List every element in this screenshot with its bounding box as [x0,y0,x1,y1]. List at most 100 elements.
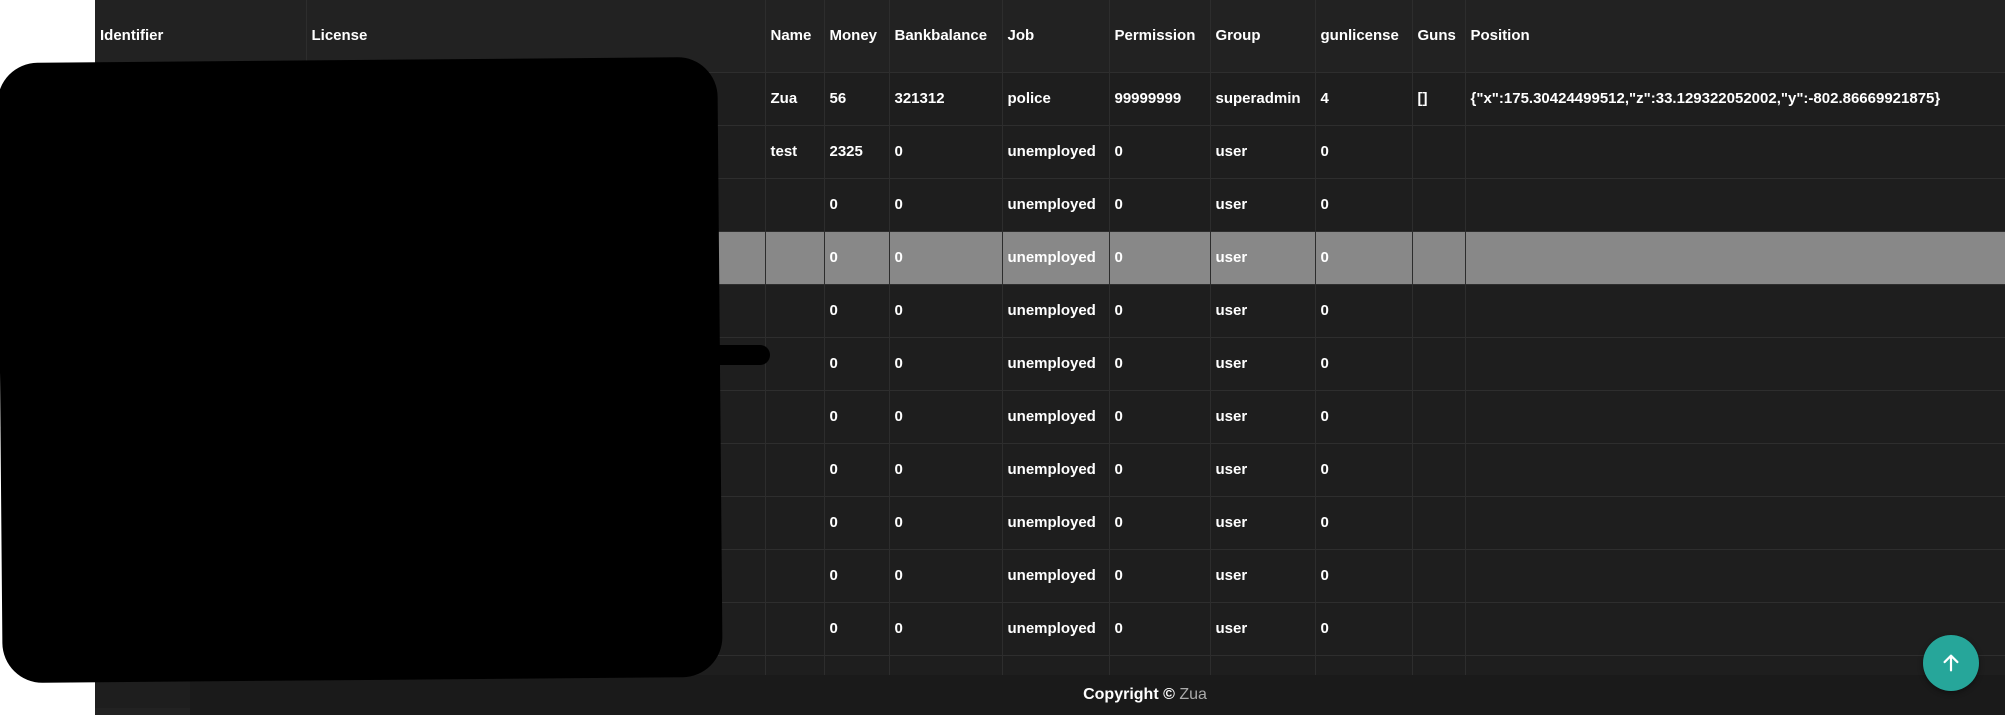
table-cell: user [1210,602,1316,655]
table-cell: unemployed [1002,337,1110,390]
table-cell [95,390,307,443]
table-cell: unemployed [1002,602,1110,655]
table-cell: 0 [1109,337,1211,390]
table-cell [306,443,766,496]
table-row[interactable]: 00unemployed0user0 [95,337,2005,390]
scroll-to-top-button[interactable] [1923,635,1979,691]
table-cell: 0 [1315,602,1413,655]
column-header[interactable]: gunlicense [1315,0,1413,72]
table-cell [95,602,307,655]
column-header[interactable]: Position [1465,0,2005,72]
column-header[interactable]: Group [1210,0,1316,72]
column-header[interactable]: Job [1002,0,1110,72]
table-cell: superadmin [1210,72,1316,125]
column-header[interactable]: Name [765,0,825,72]
redaction-scribble [0,130,95,150]
data-table-container[interactable]: Identifier License Name Money Bankbalance Job… [95,0,2005,715]
table-row[interactable]: 00unemployed0user0 [95,390,2005,443]
table-cell: 321312 [889,72,1003,125]
table-cell [306,284,766,337]
table-cell: 0 [1315,284,1413,337]
table-cell [765,443,825,496]
table-cell: unemployed [1002,178,1110,231]
table-cell: 0 [1315,496,1413,549]
table-cell: user [1210,125,1316,178]
column-header[interactable]: Identifier [95,0,307,72]
table-cell: 56 [824,72,890,125]
table-cell: [] [1412,72,1466,125]
table-cell: 0 [1109,178,1211,231]
arrow-up-icon [1943,654,1959,672]
table-cell: 0 [1109,284,1211,337]
table-cell [1465,231,2005,284]
table-cell: Zua [765,72,825,125]
data-table: Identifier License Name Money Bankbalance Job… [95,0,2005,708]
table-cell: 0 [1315,390,1413,443]
table-cell [306,496,766,549]
table-cell [95,178,307,231]
table-row[interactable]: test 2325 0 unemployed 0 user 0 [95,125,2005,178]
table-cell [1412,125,1466,178]
table-cell: 0 [889,284,1003,337]
table-cell [95,443,307,496]
table-cell [765,178,825,231]
column-header[interactable]: Permission [1109,0,1211,72]
table-cell: 0 [889,125,1003,178]
table-cell: 0 [889,443,1003,496]
table-header: Identifier License Name Money Bankbalance Job… [95,0,2005,72]
table-cell: 0 [824,390,890,443]
column-header[interactable]: Guns [1412,0,1466,72]
table-cell [95,284,307,337]
column-header[interactable]: Bankbalance [889,0,1003,72]
table-row[interactable]: 00unemployed0user0 [95,178,2005,231]
table-row[interactable]: 00unemployed0user0 [95,496,2005,549]
table-cell [765,231,825,284]
table-cell [1412,178,1466,231]
table-cell [1412,602,1466,655]
table-cell [765,284,825,337]
table-cell [95,125,307,178]
table-cell: user [1210,496,1316,549]
table-cell: unemployed [1002,390,1110,443]
table-row[interactable]: 00unemployed0user0 [95,602,2005,655]
table-row[interactable]: Zua 56 321312 police 99999999 superadmin 4[] {"… [95,72,2005,125]
table-row[interactable]: 00unemployed0user0 [95,231,2005,284]
table-cell: 0 [889,231,1003,284]
table-cell: user [1210,178,1316,231]
table-cell: 0 [824,602,890,655]
table-cell: user [1210,284,1316,337]
copyright-label: Copyright © [1083,686,1175,703]
table-cell [1465,178,2005,231]
table-cell: 0 [824,549,890,602]
table-body: Zua 56 321312 police 99999999 superadmin 4[] {"… [95,72,2005,708]
page: Identifier License Name Money Bankbalance Job… [0,0,2005,715]
table-cell [1412,284,1466,337]
table-cell [1465,390,2005,443]
redaction-scribble [20,612,100,630]
table-cell [1412,496,1466,549]
table-cell: 0 [889,178,1003,231]
column-header[interactable]: Money [824,0,890,72]
redaction-scribble [50,190,95,204]
table-cell: 0 [1315,125,1413,178]
table-cell: police [1002,72,1110,125]
table-cell: user [1210,549,1316,602]
table-cell: user [1210,443,1316,496]
table-cell [306,178,766,231]
table-cell: 0 [889,390,1003,443]
footer-brand: Zua [1179,686,1207,703]
table-cell: 0 [1315,549,1413,602]
column-header[interactable]: License [306,0,766,72]
table-row[interactable]: 00unemployed0user0 [95,284,2005,337]
table-cell: 0 [1109,125,1211,178]
table-cell: 0 [1109,443,1211,496]
table-cell [95,496,307,549]
table-cell: user [1210,337,1316,390]
table-cell: 0 [1109,549,1211,602]
table-cell [306,602,766,655]
table-cell [306,72,766,125]
table-cell: 4 [1315,72,1413,125]
table-row[interactable]: 00unemployed0user0 [95,443,2005,496]
table-cell: 0 [824,337,890,390]
table-row[interactable]: 00unemployed0user0 [95,549,2005,602]
